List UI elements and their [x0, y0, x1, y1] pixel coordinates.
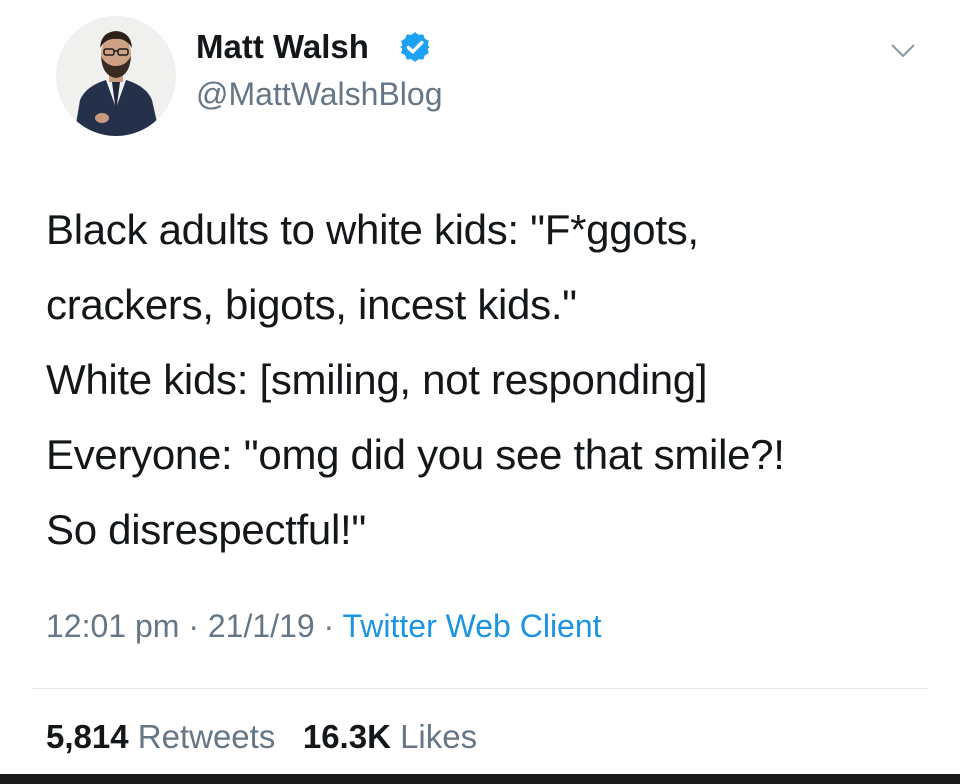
author-display-name[interactable]: Matt Walsh	[196, 28, 369, 66]
tweet-metadata: 12:01 pm · 21/1/19 · Twitter Web Client	[46, 608, 602, 645]
tweet-text-line: White kids: [smiling, not responding]	[46, 356, 708, 403]
author-handle[interactable]: @MattWalshBlog	[196, 76, 442, 113]
tweet-time[interactable]: 12:01 pm	[46, 608, 179, 644]
tweet-source-link[interactable]: Twitter Web Client	[342, 608, 601, 644]
tweet-text: Black adults to white kids: "F*ggots, cr…	[46, 192, 936, 567]
tweet-date[interactable]: 21/1/19	[208, 608, 315, 644]
meta-separator: ·	[188, 608, 199, 644]
tweet-stats: 5,814 Retweets 16.3K Likes	[46, 718, 477, 756]
bottom-edge	[0, 774, 960, 784]
verified-badge-icon	[400, 32, 430, 62]
likes-count: 16.3K	[302, 718, 391, 755]
avatar[interactable]	[56, 16, 176, 136]
retweets-stat[interactable]: 5,814 Retweets	[46, 718, 275, 755]
tweet-text-line: Black adults to white kids: "F*ggots,	[46, 206, 699, 253]
tweet-text-line: So disrespectful!"	[46, 506, 366, 553]
likes-label: Likes	[400, 718, 478, 755]
tweet-text-line: crackers, bigots, incest kids."	[46, 281, 577, 328]
retweets-label: Retweets	[137, 718, 276, 755]
retweets-count: 5,814	[46, 718, 129, 755]
profile-photo	[56, 16, 176, 136]
meta-separator: ·	[323, 608, 335, 644]
tweet-text-line: Everyone: "omg did you see that smile?!	[46, 431, 785, 478]
likes-stat[interactable]: 16.3K Likes	[303, 718, 477, 755]
chevron-down-icon[interactable]	[888, 38, 918, 62]
divider	[32, 688, 928, 689]
